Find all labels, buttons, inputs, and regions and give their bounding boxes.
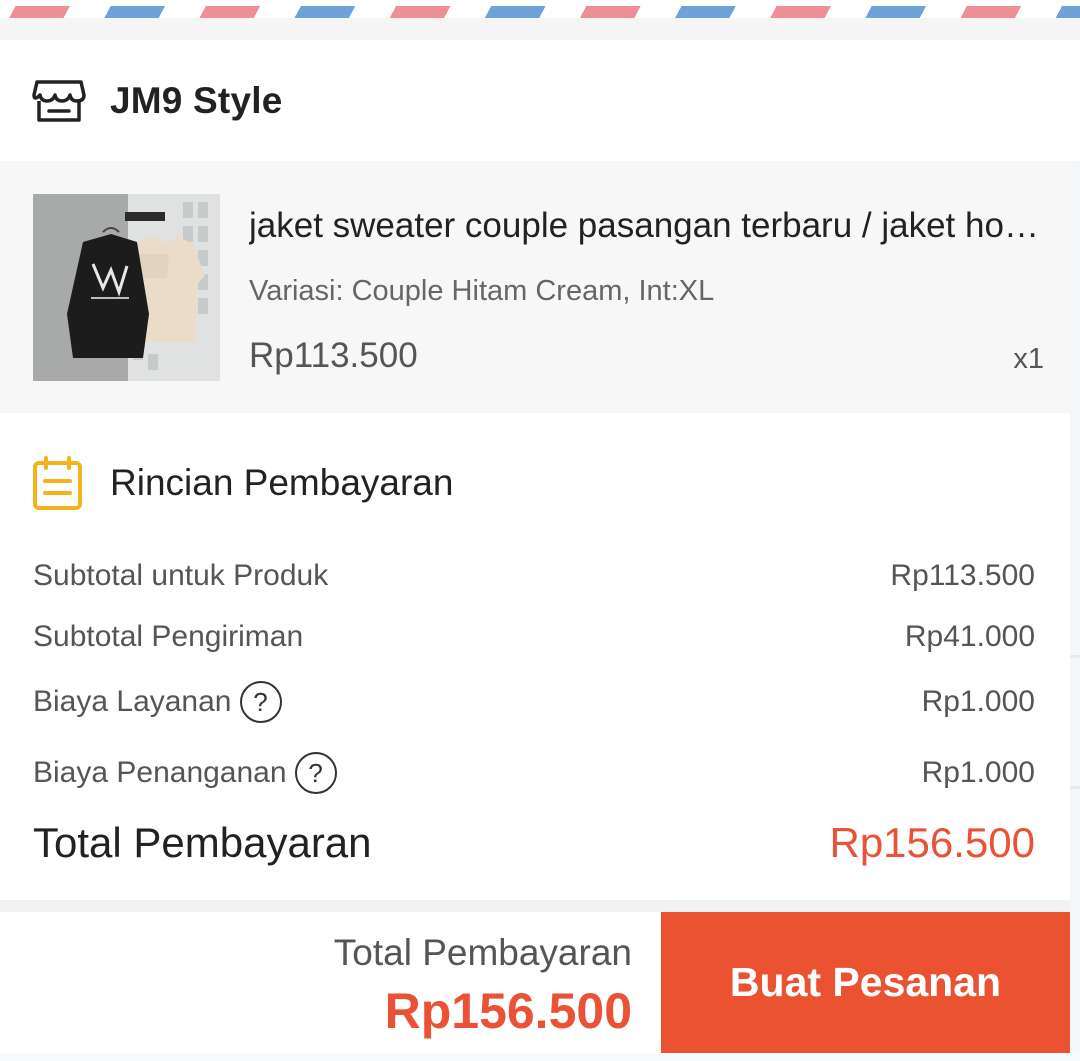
edge-strip bbox=[1070, 161, 1080, 1061]
row-handling-fee: Biaya Penanganan ? Rp1.000 bbox=[33, 752, 1035, 794]
payment-details-header: Rincian Pembayaran bbox=[32, 455, 453, 511]
row-product-subtotal: Subtotal untuk Produk Rp113.500 bbox=[33, 559, 1035, 593]
row-label: Biaya Layanan bbox=[33, 685, 232, 718]
payment-details-title: Rincian Pembayaran bbox=[110, 462, 454, 503]
row-value: Rp1.000 bbox=[921, 685, 1035, 718]
bottom-edge bbox=[0, 1053, 1080, 1061]
product-title[interactable]: jaket sweater couple pasangan terbaru / … bbox=[249, 206, 1039, 246]
payment-details: Rincian Pembayaran Subtotal untuk Produk… bbox=[0, 413, 1070, 900]
total-value: Rp156.500 bbox=[829, 819, 1035, 866]
help-icon[interactable]: ? bbox=[239, 681, 282, 723]
store-icon bbox=[32, 79, 86, 122]
row-value: Rp113.500 bbox=[890, 559, 1035, 592]
checkout-total-value: Rp156.500 bbox=[384, 983, 632, 1039]
product-item[interactable]: jaket sweater couple pasangan terbaru / … bbox=[0, 161, 1070, 413]
edge-line bbox=[1070, 655, 1080, 658]
shop-name: JM9 Style bbox=[110, 79, 283, 121]
row-label: Subtotal untuk Produk bbox=[33, 559, 329, 592]
row-service-fee: Biaya Layanan ? Rp1.000 bbox=[33, 681, 1035, 723]
help-icon[interactable]: ? bbox=[294, 752, 337, 794]
row-label: Biaya Penanganan bbox=[33, 756, 287, 789]
product-photo bbox=[33, 194, 220, 381]
row-total-payment: Total Pembayaran Rp156.500 bbox=[33, 819, 1035, 867]
airmail-border bbox=[0, 0, 1080, 18]
product-quantity: x1 bbox=[1013, 343, 1044, 375]
row-shipping-subtotal: Subtotal Pengiriman Rp41.000 bbox=[33, 620, 1035, 654]
receipt-icon bbox=[33, 456, 82, 510]
row-value: Rp1.000 bbox=[921, 756, 1035, 789]
checkout-total-label: Total Pembayaran bbox=[333, 932, 632, 973]
product-price: Rp113.500 bbox=[249, 336, 418, 375]
product-variation: Variasi: Couple Hitam Cream, Int:XL bbox=[249, 275, 715, 307]
divider bbox=[0, 900, 1070, 912]
edge-line bbox=[1070, 786, 1080, 789]
place-order-button[interactable]: Buat Pesanan bbox=[661, 912, 1070, 1053]
checkout-bar: Total Pembayaran Rp156.500 Buat Pesanan bbox=[0, 912, 1070, 1053]
product-thumbnail[interactable] bbox=[33, 194, 220, 381]
shop-header[interactable]: JM9 Style bbox=[0, 40, 1080, 161]
row-label: Subtotal Pengiriman bbox=[33, 620, 304, 653]
total-label: Total Pembayaran bbox=[33, 819, 372, 866]
row-value: Rp41.000 bbox=[904, 620, 1035, 653]
